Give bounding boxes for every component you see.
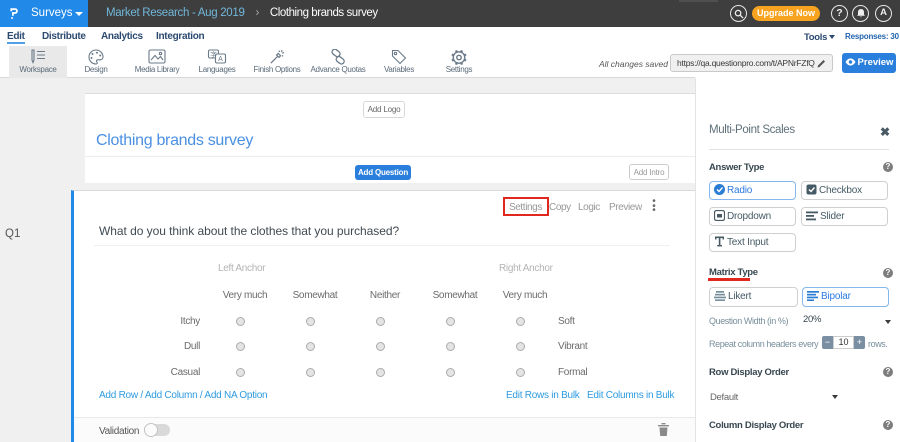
svg-text:字: 字 [210,50,217,59]
svg-text:A: A [218,56,223,63]
